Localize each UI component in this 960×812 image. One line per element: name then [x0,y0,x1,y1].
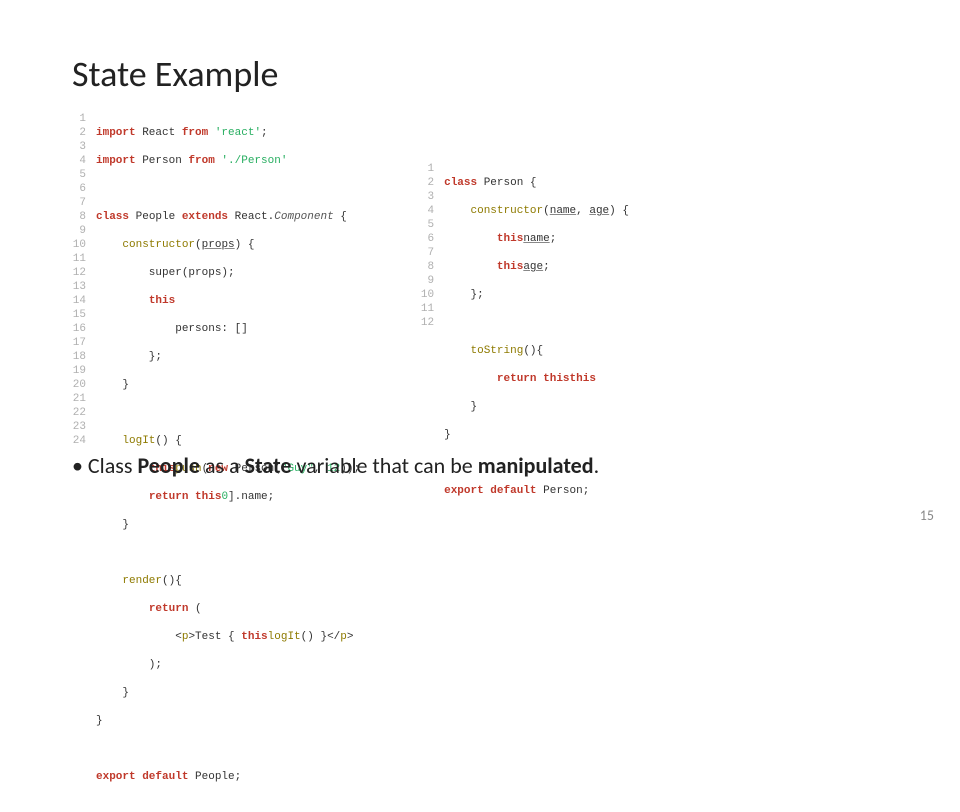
code-line: return thisthis [444,372,629,386]
line-number: 4 [420,204,434,218]
bullet-text: . [594,452,600,479]
line-number: 5 [72,168,86,182]
line-number: 22 [72,406,86,420]
code-line: class People extends React.Component { [96,210,360,224]
code-line: } [96,378,360,392]
code-area: 1 2 3 4 5 6 7 8 9 10 11 12 13 14 15 16 1… [72,112,888,434]
line-number: 10 [420,288,434,302]
line-number: 15 [72,308,86,322]
code-lines-left: import React from 'react'; import Person… [96,112,360,434]
code-line: render(){ [96,574,360,588]
gutter-left: 1 2 3 4 5 6 7 8 9 10 11 12 13 14 15 16 1… [72,112,96,434]
line-number: 6 [72,182,86,196]
line-number: 6 [420,232,434,246]
line-number: 9 [420,274,434,288]
code-line: export default People; [96,770,360,784]
line-number: 8 [72,210,86,224]
bullet-point: • Class People as a State variable that … [72,452,599,479]
code-line: <p>Test { thislogIt() }</p> [96,630,360,644]
line-number: 9 [72,224,86,238]
line-number: 2 [72,126,86,140]
code-line [444,316,629,330]
code-line [96,742,360,756]
code-line: } [444,428,629,442]
line-number: 12 [420,316,434,330]
code-line [96,182,360,196]
line-number: 3 [420,190,434,204]
code-lines-right: class Person { constructor(name, age) { … [444,162,629,434]
code-line: class Person { [444,176,629,190]
code-line: constructor(props) { [96,238,360,252]
code-line: constructor(name, age) { [444,204,629,218]
line-number: 1 [420,162,434,176]
page-number: 15 [920,507,934,524]
code-block-people: 1 2 3 4 5 6 7 8 9 10 11 12 13 14 15 16 1… [72,112,360,434]
code-line: return ( [96,602,360,616]
code-block-person: 1 2 3 4 5 6 7 8 9 10 11 12 class Person … [420,162,629,434]
code-line: export default Person; [444,484,629,498]
line-number: 24 [72,434,86,448]
slide-title: State Example [72,52,278,96]
line-number: 1 [72,112,86,126]
line-number: 2 [420,176,434,190]
line-number: 16 [72,322,86,336]
code-line: }; [444,288,629,302]
line-number: 5 [420,218,434,232]
bullet-text: variable that can be [292,452,478,479]
code-line: thisage; [444,260,629,274]
line-number: 4 [72,154,86,168]
line-number: 10 [72,238,86,252]
line-number: 3 [72,140,86,154]
code-line: persons: [] [96,322,360,336]
code-line: this [96,294,360,308]
code-line: } [96,686,360,700]
gutter-right: 1 2 3 4 5 6 7 8 9 10 11 12 [420,162,444,434]
code-line: } [96,714,360,728]
code-line [96,546,360,560]
bullet-text: • Class [72,452,137,479]
line-number: 14 [72,294,86,308]
code-line [96,406,360,420]
code-line: import React from 'react'; [96,126,360,140]
line-number: 11 [72,252,86,266]
line-number: 21 [72,392,86,406]
code-line: super(props); [96,266,360,280]
line-number: 17 [72,336,86,350]
code-line: ); [96,658,360,672]
line-number: 11 [420,302,434,316]
code-line: } [444,400,629,414]
line-number: 18 [72,350,86,364]
line-number: 13 [72,280,86,294]
line-number: 7 [420,246,434,260]
code-line: } [96,518,360,532]
line-number: 12 [72,266,86,280]
bullet-bold-state: State [245,452,292,479]
bullet-bold-people: People [137,452,200,479]
code-line: toString(){ [444,344,629,358]
line-number: 7 [72,196,86,210]
code-line: }; [96,350,360,364]
code-line: return this0].name; [96,490,360,504]
bullet-text: as a [200,452,245,479]
code-line: logIt() { [96,434,360,448]
line-number: 20 [72,378,86,392]
code-line: thisname; [444,232,629,246]
line-number: 19 [72,364,86,378]
bullet-bold-manipulated: manipulated [478,452,594,479]
line-number: 23 [72,420,86,434]
code-line: import Person from './Person' [96,154,360,168]
line-number: 8 [420,260,434,274]
